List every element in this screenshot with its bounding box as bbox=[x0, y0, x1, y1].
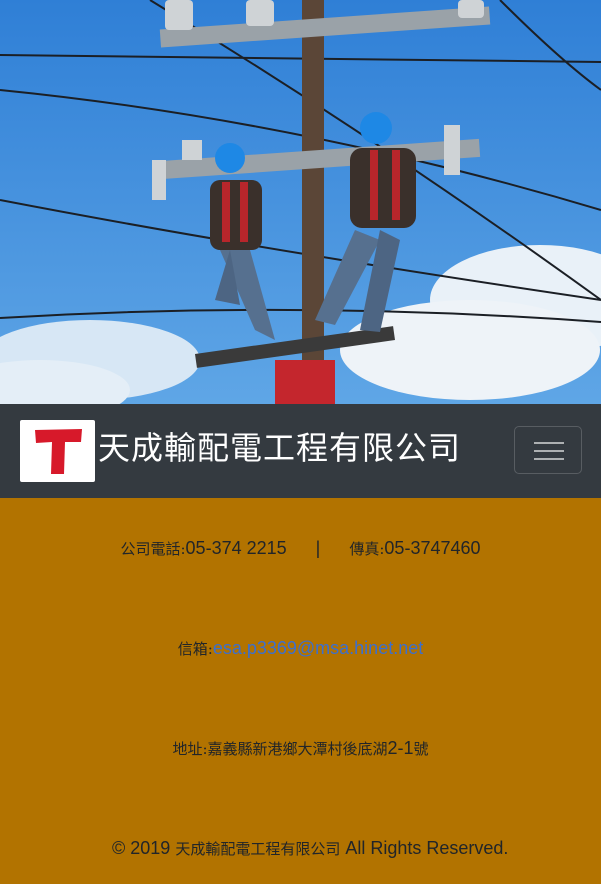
email-label: 信箱: bbox=[177, 640, 213, 658]
copyright-year: © 2019 bbox=[112, 838, 171, 858]
hamburger-icon-bar bbox=[534, 450, 564, 452]
navbar: 天成輸配電工程有限公司 bbox=[0, 404, 601, 498]
hamburger-icon bbox=[534, 442, 564, 444]
phone-value: 05-374 2215 bbox=[185, 538, 287, 558]
address-suffix: 號 bbox=[413, 740, 429, 758]
phone-label: 公司電話: bbox=[120, 540, 186, 558]
address-label: 地址: bbox=[172, 740, 208, 758]
linemen-photo bbox=[0, 0, 601, 404]
footer-copyright: © 2019 天成輸配電工程有限公司 All Rights Reserved. bbox=[112, 838, 508, 859]
phone-fax-row: 公司電話:05-374 2215 | 傳真:05-3747460 bbox=[0, 538, 601, 559]
fax-value: 05-3747460 bbox=[384, 538, 481, 558]
copyright-rights: All Rights Reserved. bbox=[345, 838, 509, 858]
menu-toggle-button[interactable] bbox=[514, 426, 582, 474]
logo-t-icon bbox=[35, 429, 82, 474]
email-row: 信箱:esa.p3369@msa.hinet.net bbox=[0, 638, 601, 659]
company-logo[interactable] bbox=[20, 420, 95, 482]
address-number: 2-1 bbox=[387, 738, 414, 758]
email-link[interactable]: esa.p3369@msa.hinet.net bbox=[213, 638, 423, 658]
address-value: 嘉義縣新港鄉大潭村後底湖 bbox=[207, 740, 388, 758]
copyright-company: 天成輸配電工程有限公司 bbox=[175, 840, 341, 858]
separator: | bbox=[315, 538, 321, 558]
hero-image bbox=[0, 0, 601, 404]
fax-label: 傳真: bbox=[349, 540, 385, 558]
brand-title[interactable]: 天成輸配電工程有限公司 bbox=[98, 426, 461, 470]
hamburger-icon-bar bbox=[534, 458, 564, 460]
address-row: 地址:嘉義縣新港鄉大潭村後底湖2-1號 bbox=[0, 738, 601, 759]
contact-section: 公司電話:05-374 2215 | 傳真:05-3747460 信箱:esa.… bbox=[0, 498, 601, 884]
